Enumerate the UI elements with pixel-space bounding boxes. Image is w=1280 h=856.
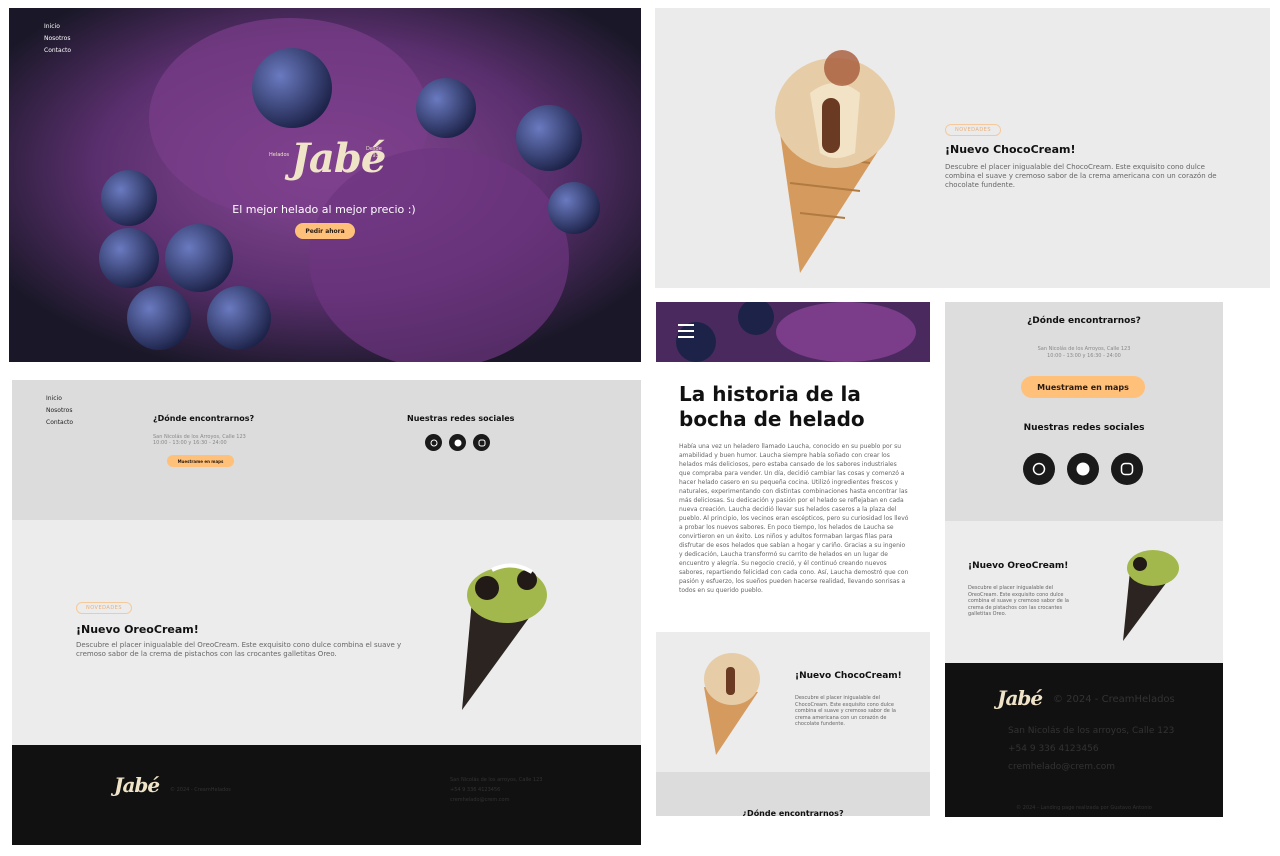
oreocream-description: Descubre el placer inigualable del OreoC…	[968, 585, 1069, 617]
chococream-description: Descubre el placer inigualable del Choco…	[945, 163, 1217, 190]
chococream-image	[775, 50, 895, 273]
location-hours: 10:00 - 13:00 y 16:30 - 24:00	[1047, 353, 1121, 359]
footer-copy: © 2024 - CreamHelados	[170, 787, 231, 793]
social-title: Nuestras redes sociales	[407, 414, 515, 423]
maps-button[interactable]: Muestrame en maps	[167, 455, 234, 467]
oreocream-image	[462, 563, 547, 710]
mobile-footer: Jabé © 2024 - CreamHelados San Nicolás d…	[945, 663, 1223, 817]
social-title: Nuestras redes sociales	[1023, 423, 1145, 433]
story-body: Había una vez un heladero llamado Laucha…	[679, 443, 909, 594]
location-title: ¿Dónde encontrarnos?	[742, 809, 844, 816]
pedir-ahora-button[interactable]: Pedir ahora	[295, 223, 355, 239]
social-icons	[425, 434, 490, 451]
location-hours: 10:00 - 13:00 y 16:30 - 24:00	[153, 440, 227, 446]
oreocream-section: NOVEDADES ¡Nuevo OreoCream! Descubre el …	[12, 520, 641, 745]
chococream-image	[704, 653, 760, 755]
oreocream-description: Descubre el placer inigualable del OreoC…	[76, 641, 402, 659]
footer-logo: Jabé	[997, 686, 1043, 710]
nav-contacto[interactable]: Contacto	[44, 47, 71, 54]
mobile-contact-preview: ¿Dónde encontrarnos?	[656, 772, 930, 816]
location-title: ¿Dónde encontrarnos?	[1027, 316, 1141, 326]
contact-section: Inicio Nosotros Contacto ¿Dónde encontra…	[12, 380, 641, 520]
facebook-icon[interactable]	[449, 434, 466, 451]
footer-copy: © 2024 - CreamHelados	[1053, 694, 1175, 705]
mobile-chococream-section: ¡Nuevo ChocoCream! Descubre el placer in…	[656, 632, 930, 772]
whatsapp-icon[interactable]	[425, 434, 442, 451]
footer-address: San Nicolás de los arroyos, Calle 123	[450, 777, 543, 783]
hero-logo: Helados Jabé Desde 1993	[269, 135, 386, 182]
hero-section: Inicio Nosotros Contacto Helados Jabé De…	[9, 8, 641, 362]
maps-button[interactable]: Muestrame en maps	[1021, 376, 1145, 398]
footer-credits: © 2024 - Landing page realizada por Gust…	[1016, 805, 1152, 811]
mobile-story-page: La historia de la bocha de helado Había …	[656, 302, 930, 816]
whatsapp-icon[interactable]	[1023, 453, 1055, 485]
desktop-footer: Jabé © 2024 - CreamHelados San Nicolás d…	[12, 745, 641, 845]
hero-nav: Inicio Nosotros Contacto	[44, 23, 71, 54]
instagram-icon[interactable]	[1111, 453, 1143, 485]
footer-phone: +54 9 336 4123456	[1008, 744, 1099, 754]
chococream-title: ¡Nuevo ChocoCream!	[795, 671, 902, 681]
footer-logo: Jabé	[114, 773, 160, 797]
location-address: San Nicolás de los Arroyos, Calle 123	[1037, 346, 1131, 352]
nav-inicio[interactable]: Inicio	[46, 395, 73, 402]
desktop-nav: Inicio Nosotros Contacto	[46, 395, 73, 426]
facebook-icon[interactable]	[1067, 453, 1099, 485]
footer-phone: +54 9 336 4123456	[450, 787, 501, 793]
chococream-section: NOVEDADES ¡Nuevo ChocoCream! Descubre el…	[655, 8, 1270, 288]
story-title: La historia de la bocha de helado	[679, 382, 865, 431]
location-title: ¿Dónde encontrarnos?	[153, 414, 255, 423]
footer-email: cremhelado@crem.com	[1008, 762, 1116, 772]
mobile-hero-strip	[656, 302, 930, 362]
mobile-contact-page: ¿Dónde encontrarnos? San Nicolás de los …	[945, 302, 1223, 817]
chococream-description: Descubre el placer inigualable del Choco…	[795, 695, 896, 727]
instagram-icon[interactable]	[473, 434, 490, 451]
oreocream-title: ¡Nuevo OreoCream!	[76, 623, 199, 636]
oreocream-image	[1123, 550, 1179, 641]
desktop-page: Inicio Nosotros Contacto ¿Dónde encontra…	[12, 380, 641, 845]
footer-address: San Nicolás de los arroyos, Calle 123	[1008, 726, 1175, 736]
nav-contacto[interactable]: Contacto	[46, 419, 73, 426]
novedades-badge: NOVEDADES	[76, 602, 132, 614]
nav-nosotros[interactable]: Nosotros	[46, 407, 73, 414]
chococream-title: ¡Nuevo ChocoCream!	[945, 143, 1076, 156]
hero-tagline: El mejor helado al mejor precio :)	[232, 203, 416, 216]
novedades-badge: NOVEDADES	[945, 124, 1001, 136]
footer-email: cremhelado@crem.com	[450, 797, 510, 803]
mobile-oreocream-section: ¡Nuevo OreoCream! Descubre el placer ini…	[945, 521, 1223, 663]
social-icons	[1023, 453, 1143, 485]
nav-nosotros[interactable]: Nosotros	[44, 35, 71, 42]
oreocream-title: ¡Nuevo OreoCream!	[968, 561, 1069, 571]
nav-inicio[interactable]: Inicio	[44, 23, 71, 30]
hamburger-menu-icon[interactable]	[678, 324, 694, 338]
